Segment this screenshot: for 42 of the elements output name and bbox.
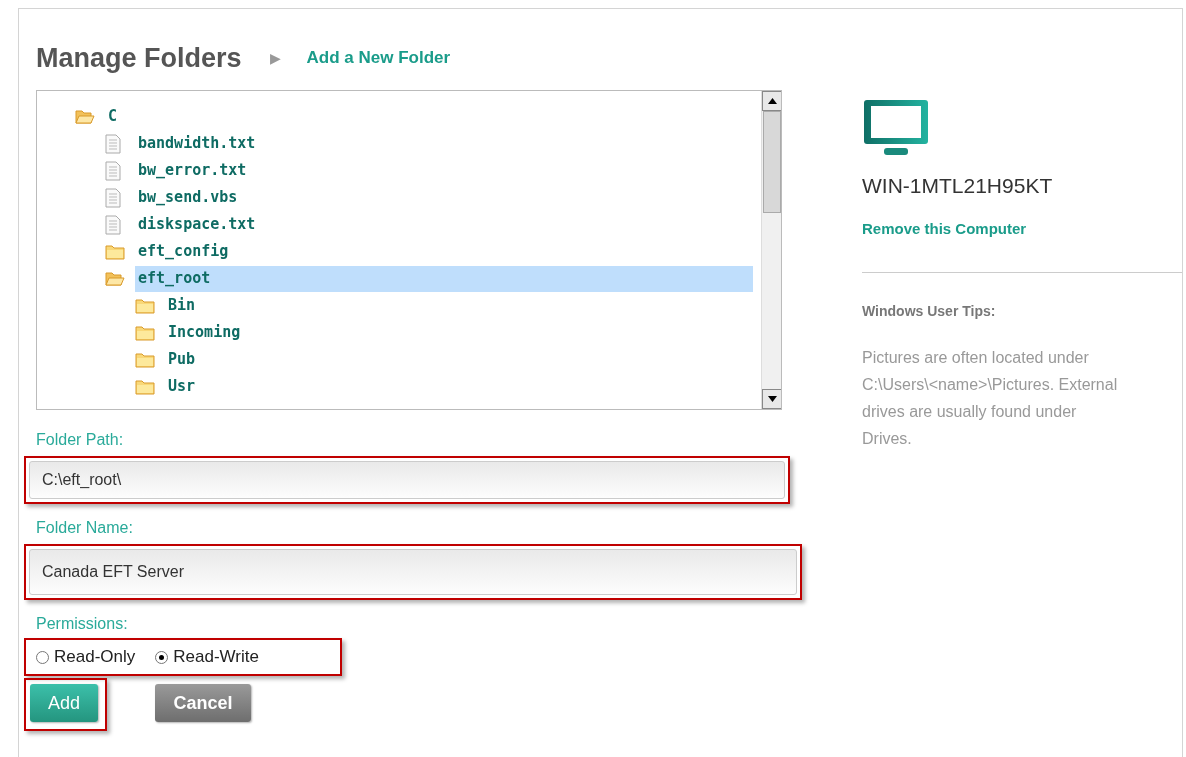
folder-icon (135, 351, 155, 368)
text-field[interactable]: Canada EFT Server (29, 549, 797, 595)
folder-icon (135, 324, 155, 341)
radio-button[interactable] (36, 650, 49, 664)
open-folder-icon (75, 108, 95, 125)
computer-name: WIN-1MTL21H95KT (862, 173, 1054, 199)
field-label: Folder Path: (36, 430, 125, 450)
cancel-button[interactable]: Cancel (155, 684, 251, 722)
tree-item[interactable]: Usr (165, 373, 196, 400)
tree-item[interactable]: Incoming (165, 319, 241, 346)
tree-item[interactable]: diskspace.txt (135, 211, 256, 238)
tree-item[interactable]: bandwidth.txt (135, 130, 256, 157)
tree-item[interactable]: C (105, 103, 118, 130)
breadcrumb-link[interactable]: Add a New Folder (306, 45, 451, 71)
file-icon (105, 160, 121, 181)
file-icon (105, 187, 121, 208)
folder-icon (135, 297, 155, 314)
tree-item[interactable]: eft_config (135, 238, 229, 265)
folder-icon (105, 243, 125, 260)
tree-item[interactable]: Pub (165, 346, 196, 373)
scroll-down-icon[interactable] (767, 396, 777, 402)
scroll-up-icon[interactable] (767, 98, 777, 104)
field-label: Permissions: (36, 614, 129, 634)
remove-computer-link[interactable]: Remove this Computer (862, 217, 1182, 240)
folder-icon (135, 378, 155, 395)
file-icon (105, 133, 121, 154)
tips-heading: Windows User Tips: (862, 302, 997, 321)
tips-text: Pictures are often located under C:\Users\<name>\Pictures. External drives are usually found under Drives. (862, 348, 1119, 449)
tree-item[interactable]: Bin (165, 292, 196, 319)
radio-label[interactable]: Read-Write (173, 644, 259, 670)
radio-label[interactable]: Read-Only (54, 644, 136, 670)
scrollbar[interactable] (761, 91, 781, 409)
separator-arrow: ▶ (269, 48, 281, 68)
open-folder-icon (105, 270, 125, 287)
page-title: Manage Folders (36, 41, 242, 75)
tree-item[interactable]: bw_send.vbs (135, 184, 238, 211)
radio-button[interactable] (155, 650, 169, 664)
tree-item[interactable]: bw_error.txt (135, 157, 247, 184)
field-label: Folder Name: (36, 518, 134, 538)
file-icon (105, 214, 121, 235)
tree-item[interactable]: eft_root (135, 265, 753, 292)
text-field[interactable]: C:\eft_root\ (29, 461, 785, 499)
